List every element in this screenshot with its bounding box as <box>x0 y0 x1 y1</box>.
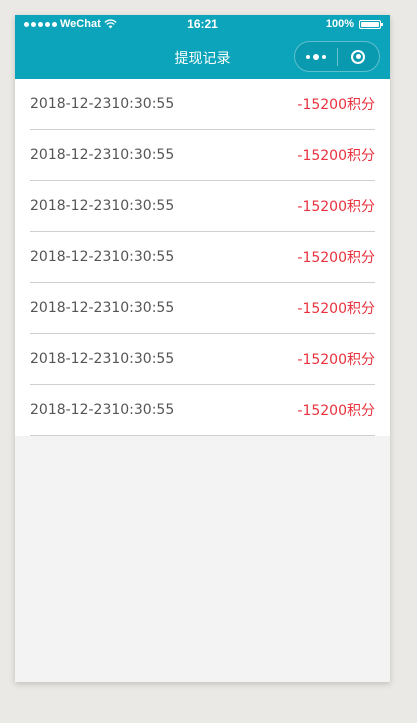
status-right: 100% <box>325 18 383 30</box>
record-date: 2018-12-2310:30:55 <box>30 96 175 112</box>
more-icon[interactable] <box>295 42 337 71</box>
record-date: 2018-12-2310:30:55 <box>30 351 175 367</box>
record-date: 2018-12-2310:30:55 <box>30 402 175 418</box>
record-row[interactable]: 2018-12-2310:30:55 -15200积分 <box>30 385 375 436</box>
record-amount: -15200积分 <box>297 250 375 266</box>
battery-percent: 100% <box>325 18 354 30</box>
record-amount: -15200积分 <box>297 97 375 113</box>
record-date: 2018-12-2310:30:55 <box>30 300 175 316</box>
record-amount: -15200积分 <box>297 403 375 419</box>
record-date: 2018-12-2310:30:55 <box>30 147 175 163</box>
nav-bar: 提现记录 <box>15 35 390 79</box>
record-row[interactable]: 2018-12-2310:30:55 -15200积分 <box>30 334 375 385</box>
record-amount: -15200积分 <box>297 352 375 368</box>
record-row[interactable]: 2018-12-2310:30:55 -15200积分 <box>30 232 375 283</box>
withdrawal-record-list: 2018-12-2310:30:55 -15200积分 2018-12-2310… <box>15 79 390 436</box>
record-amount: -15200积分 <box>297 148 375 164</box>
record-amount: -15200积分 <box>297 199 375 215</box>
record-row[interactable]: 2018-12-2310:30:55 -15200积分 <box>30 181 375 232</box>
phone-frame: WeChat 16:21 100% 提现记录 2018-12-2310:30:5… <box>15 15 390 682</box>
battery-icon <box>359 19 383 29</box>
record-amount: -15200积分 <box>297 301 375 317</box>
record-row[interactable]: 2018-12-2310:30:55 -15200积分 <box>30 79 375 130</box>
record-date: 2018-12-2310:30:55 <box>30 249 175 265</box>
record-row[interactable]: 2018-12-2310:30:55 -15200积分 <box>30 130 375 181</box>
close-mini-program-icon[interactable] <box>338 42 379 71</box>
record-row[interactable]: 2018-12-2310:30:55 -15200积分 <box>30 283 375 334</box>
record-date: 2018-12-2310:30:55 <box>30 198 175 214</box>
mini-program-capsule <box>294 41 380 72</box>
status-bar: WeChat 16:21 100% <box>15 15 390 35</box>
